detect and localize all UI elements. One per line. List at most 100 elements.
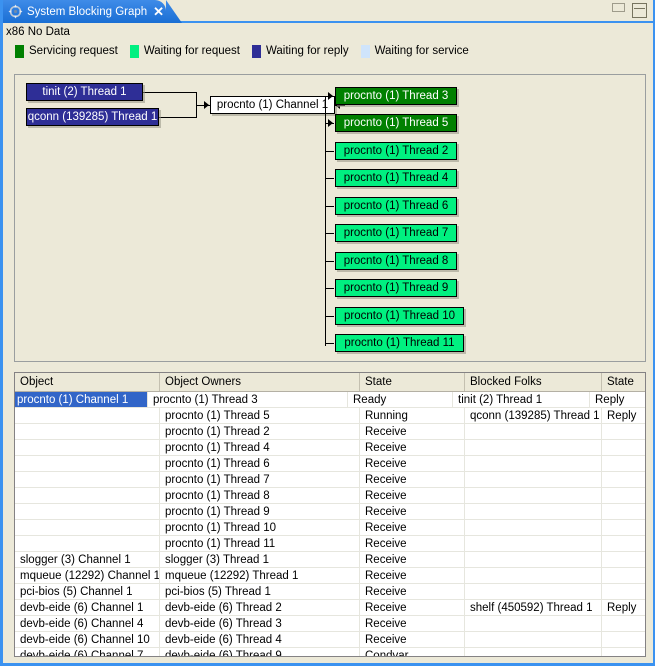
cell-object-owner: procnto (1) Thread 8 — [160, 488, 360, 503]
cell-state-text: Running — [365, 410, 408, 422]
table-row[interactable]: procnto (1) Thread 11Receive — [15, 536, 645, 552]
cell-object-text: devb-eide (6) Channel 7 — [20, 650, 143, 657]
table-row[interactable]: pci-bios (5) Channel 1pci-bios (5) Threa… — [15, 584, 645, 600]
graph-node-tinit-thread-1[interactable]: tinit (2) Thread 1 — [26, 83, 143, 101]
blocking-graph-panel[interactable]: tinit (2) Thread 1 qconn (139285) Thread… — [14, 74, 646, 362]
legend-label-waiting-for-request: Waiting for request — [144, 45, 240, 57]
graph-canvas: tinit (2) Thread 1 qconn (139285) Thread… — [15, 75, 645, 361]
cell-object-owner-text: pci-bios (5) Thread 1 — [165, 586, 271, 598]
cell-blocked-state — [602, 552, 645, 567]
graph-node-procnto-thread-11[interactable]: procnto (1) Thread 11 — [335, 334, 464, 352]
tab-label: System Blocking Graph — [27, 6, 147, 18]
cell-object-owner-text: slogger (3) Thread 1 — [165, 554, 269, 566]
cell-object-owner-text: procnto (1) Thread 9 — [165, 506, 270, 518]
cell-object — [15, 488, 160, 503]
graph-node-procnto-thread-5[interactable]: procnto (1) Thread 5 — [335, 114, 457, 132]
column-header-object[interactable]: Object — [15, 373, 160, 391]
cell-state-text: Condvar — [365, 650, 408, 657]
table-row[interactable]: procnto (1) Thread 10Receive — [15, 520, 645, 536]
table-row[interactable]: procnto (1) Thread 5Runningqconn (139285… — [15, 408, 645, 424]
cell-blocked-state — [602, 616, 645, 631]
table-body-scroll-area: procnto (1) Channel 1procnto (1) Thread … — [15, 392, 645, 656]
cell-blocked-folks: shelf (450592) Thread 1 — [465, 600, 602, 615]
column-header-state[interactable]: State — [360, 373, 465, 391]
blocking-details-table[interactable]: Object Object Owners State Blocked Folks… — [14, 372, 646, 657]
graph-node-label: procnto (1) Thread 8 — [344, 255, 449, 267]
table-row[interactable]: devb-eide (6) Channel 1devb-eide (6) Thr… — [15, 600, 645, 616]
graph-node-qconn-thread-1[interactable]: qconn (139285) Thread 1 — [26, 108, 159, 126]
cell-blocked-folks — [465, 504, 602, 519]
graph-node-label: procnto (1) Thread 11 — [344, 337, 454, 349]
graph-node-procnto-thread-2[interactable]: procnto (1) Thread 2 — [335, 142, 457, 160]
graph-node-label: procnto (1) Thread 2 — [344, 145, 449, 157]
cell-blocked-state: Reply — [602, 600, 645, 615]
minimize-icon[interactable] — [612, 3, 625, 12]
cell-object-owner: procnto (1) Thread 4 — [160, 440, 360, 455]
cell-state: Receive — [360, 472, 465, 487]
table-body[interactable]: procnto (1) Channel 1procnto (1) Thread … — [15, 392, 645, 656]
table-row[interactable]: devb-eide (6) Channel 4devb-eide (6) Thr… — [15, 616, 645, 632]
table-row[interactable]: slogger (3) Channel 1slogger (3) Thread … — [15, 552, 645, 568]
cell-blocked-folks: tinit (2) Thread 1 — [453, 392, 590, 407]
cell-state: Condvar — [360, 648, 465, 656]
table-row[interactable]: procnto (1) Thread 7Receive — [15, 472, 645, 488]
cell-state: Receive — [360, 456, 465, 471]
cell-blocked-state — [602, 424, 645, 439]
cell-blocked-folks-text: tinit (2) Thread 1 — [458, 394, 542, 406]
cell-blocked-folks — [465, 456, 602, 471]
tab-strip: System Blocking Graph ✕ — [3, 0, 653, 23]
cell-object-owner-text: procnto (1) Thread 5 — [165, 410, 270, 422]
table-row[interactable]: procnto (1) Thread 9 Receive — [15, 504, 645, 520]
legend-label-waiting-for-service: Waiting for service — [375, 45, 469, 57]
legend-item-servicing-request: Servicing request — [15, 45, 118, 58]
graph-node-procnto-thread-7[interactable]: procnto (1) Thread 7 — [335, 224, 457, 242]
cell-blocked-folks — [465, 424, 602, 439]
cell-object — [15, 536, 160, 551]
cell-object: devb-eide (6) Channel 7 — [15, 648, 160, 656]
cell-state: Ready — [348, 392, 453, 407]
edge-stub-thread-2 — [325, 151, 334, 152]
column-header-blocked-folks[interactable]: Blocked Folks — [465, 373, 602, 391]
edge-qconn-horizontal — [159, 117, 196, 118]
graph-node-procnto-thread-8[interactable]: procnto (1) Thread 8 — [335, 252, 457, 270]
cell-blocked-folks — [465, 616, 602, 631]
cell-object — [15, 456, 160, 471]
table-row[interactable]: devb-eide (6) Channel 10devb-eide (6) Th… — [15, 632, 645, 648]
cell-object-owner-text: procnto (1) Thread 8 — [165, 490, 270, 502]
legend-item-waiting-for-service: Waiting for service — [361, 45, 469, 58]
close-icon[interactable]: ✕ — [153, 7, 164, 17]
graph-node-procnto-thread-4[interactable]: procnto (1) Thread 4 — [335, 169, 457, 187]
column-header-object-owners[interactable]: Object Owners — [160, 373, 360, 391]
cell-state: Receive — [360, 440, 465, 455]
table-row[interactable]: devb-eide (6) Channel 7 devb-eide (6) Thr… — [15, 648, 645, 656]
cell-object-owner-text: devb-eide (6) Thread 2 — [165, 602, 282, 614]
cell-blocked-folks — [465, 520, 602, 535]
cell-object-owner: mqueue (12292) Thread 1 — [160, 568, 360, 583]
graph-node-procnto-thread-6[interactable]: procnto (1) Thread 6 — [335, 197, 457, 215]
cell-blocked-folks — [465, 648, 602, 656]
cell-object-owner: devb-eide (6) Thread 9 — [160, 648, 360, 656]
graph-node-procnto-thread-10[interactable]: procnto (1) Thread 10 — [335, 307, 464, 325]
cell-state: Receive — [360, 536, 465, 551]
graph-node-procnto-thread-3[interactable]: procnto (1) Thread 3 — [335, 87, 457, 105]
cell-state-text: Receive — [365, 506, 407, 518]
tab-system-blocking-graph[interactable]: System Blocking Graph ✕ — [3, 0, 166, 23]
table-row[interactable]: procnto (1) Thread 6Receive — [15, 456, 645, 472]
cell-state-text: Receive — [365, 474, 407, 486]
table-row[interactable]: mqueue (12292) Channel 1mqueue (12292) T… — [15, 568, 645, 584]
table-row[interactable]: procnto (1) Thread 8Receive — [15, 488, 645, 504]
graph-node-procnto-channel-1[interactable]: procnto (1) Channel 1 — [210, 96, 335, 114]
table-header-row: Object Object Owners State Blocked Folks… — [15, 373, 645, 392]
table-row[interactable]: procnto (1) Thread 2Receive — [15, 424, 645, 440]
column-header-blocked-state[interactable]: State — [602, 373, 646, 391]
cell-blocked-state-text: Reply — [607, 410, 636, 422]
table-row[interactable]: procnto (1) Thread 4 Receive — [15, 440, 645, 456]
cell-object — [15, 424, 160, 439]
cell-state-text: Receive — [365, 570, 407, 582]
table-row[interactable]: procnto (1) Channel 1procnto (1) Thread … — [15, 392, 645, 408]
cell-object: mqueue (12292) Channel 1 — [15, 568, 160, 583]
graph-node-procnto-thread-9[interactable]: procnto (1) Thread 9 — [335, 279, 457, 297]
cell-object-owner-text: procnto (1) Thread 4 — [165, 442, 270, 454]
maximize-icon[interactable] — [632, 3, 647, 18]
legend-swatch-waiting-for-request — [130, 45, 139, 58]
